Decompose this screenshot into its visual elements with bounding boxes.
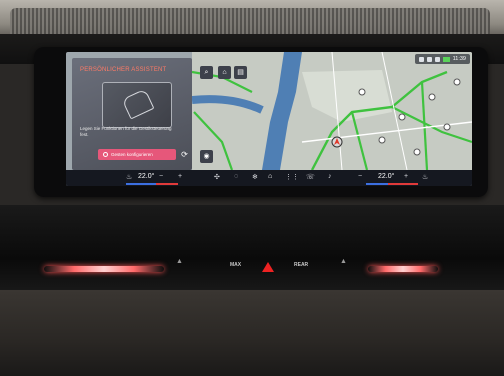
phone-icon — [418, 56, 424, 62]
bluetooth-icon — [426, 56, 432, 62]
assistant-title: PERSÖNLICHER ASSISTENT — [80, 67, 167, 73]
left-ambient-light-bar — [44, 266, 164, 272]
configure-gestures-label: Gesten konfigurieren — [111, 152, 153, 157]
center-console-trim — [0, 205, 504, 295]
seat-heat-driver-icon[interactable]: ♨ — [126, 173, 132, 181]
driver-temp-plus-button[interactable]: + — [178, 173, 182, 180]
max-defrost-label[interactable]: MAX — [230, 262, 241, 268]
apps-grid-icon[interactable]: ⋮⋮ — [285, 173, 299, 181]
personal-assistant-widget[interactable]: PERSÖNLICHER ASSISTENT Legen Sie Funktio… — [72, 58, 192, 170]
climate-bar: ♨ 22.0° − + ✣ ◌ ❄ ⌂ ⋮⋮ ☏ ♪ − 22.0° + ♨ — [66, 170, 472, 186]
clock: 11:39 — [452, 56, 466, 62]
ac-icon[interactable]: ❄ — [252, 173, 258, 181]
gesture-icon — [103, 152, 108, 157]
hazard-button-icon[interactable] — [262, 262, 274, 272]
poi-pin-icon — [453, 78, 461, 86]
signal-icon — [434, 56, 440, 62]
seat-heat-passenger-icon[interactable]: ♨ — [422, 173, 428, 181]
right-vent-up-icon[interactable]: ▲ — [340, 258, 347, 265]
poi-pin-icon — [443, 123, 451, 131]
refresh-icon[interactable]: ⟳ — [179, 149, 190, 160]
work-destination-icon[interactable]: ▤ — [234, 66, 247, 79]
poi-pin-icon — [398, 113, 406, 121]
hand-icon — [121, 88, 155, 120]
phone-call-icon[interactable]: ☏ — [306, 173, 315, 181]
passenger-heat-indicator — [388, 183, 418, 185]
gesture-illustration — [102, 82, 172, 128]
passenger-temperature[interactable]: 22.0° — [378, 173, 394, 180]
poi-pin-icon — [378, 136, 386, 144]
home-icon[interactable]: ⌂ — [268, 173, 272, 180]
lower-dashboard — [0, 290, 504, 376]
fan-icon[interactable]: ✣ — [214, 173, 220, 181]
battery-icon — [442, 56, 450, 62]
rear-defrost-label[interactable]: REAR — [294, 262, 308, 268]
infotainment-screen: PERSÖNLICHER ASSISTENT Legen Sie Funktio… — [66, 52, 472, 186]
driver-temperature[interactable]: 22.0° — [138, 173, 154, 180]
home-destination-icon[interactable]: ⌂ — [218, 66, 231, 79]
right-ambient-light-bar — [368, 266, 438, 272]
navigation-map[interactable]: ⌕ ⌂ ▤ ◉ — [192, 52, 472, 170]
driver-temp-minus-button[interactable]: − — [159, 173, 163, 180]
map-search-icon[interactable]: ⌕ — [200, 66, 213, 79]
passenger-temp-plus-button[interactable]: + — [404, 173, 408, 180]
left-vent-up-icon[interactable]: ▲ — [176, 258, 183, 265]
passenger-cool-indicator — [366, 183, 388, 185]
driver-cool-indicator — [126, 183, 156, 185]
assistant-description: Legen Sie Funktionen für die Gestiksteue… — [80, 126, 172, 138]
status-bar: 11:39 — [414, 54, 470, 64]
driver-heat-indicator — [156, 183, 178, 185]
passenger-temp-minus-button[interactable]: − — [358, 173, 362, 180]
configure-gestures-button[interactable]: Gesten konfigurieren — [98, 149, 176, 160]
poi-pin-icon — [413, 148, 421, 156]
climate-icon[interactable]: ◌ — [234, 173, 238, 180]
poi-pin-icon — [428, 93, 436, 101]
media-icon[interactable]: ♪ — [328, 173, 332, 180]
poi-pin-icon — [358, 88, 366, 96]
voice-assistant-icon[interactable]: ◉ — [200, 150, 213, 163]
